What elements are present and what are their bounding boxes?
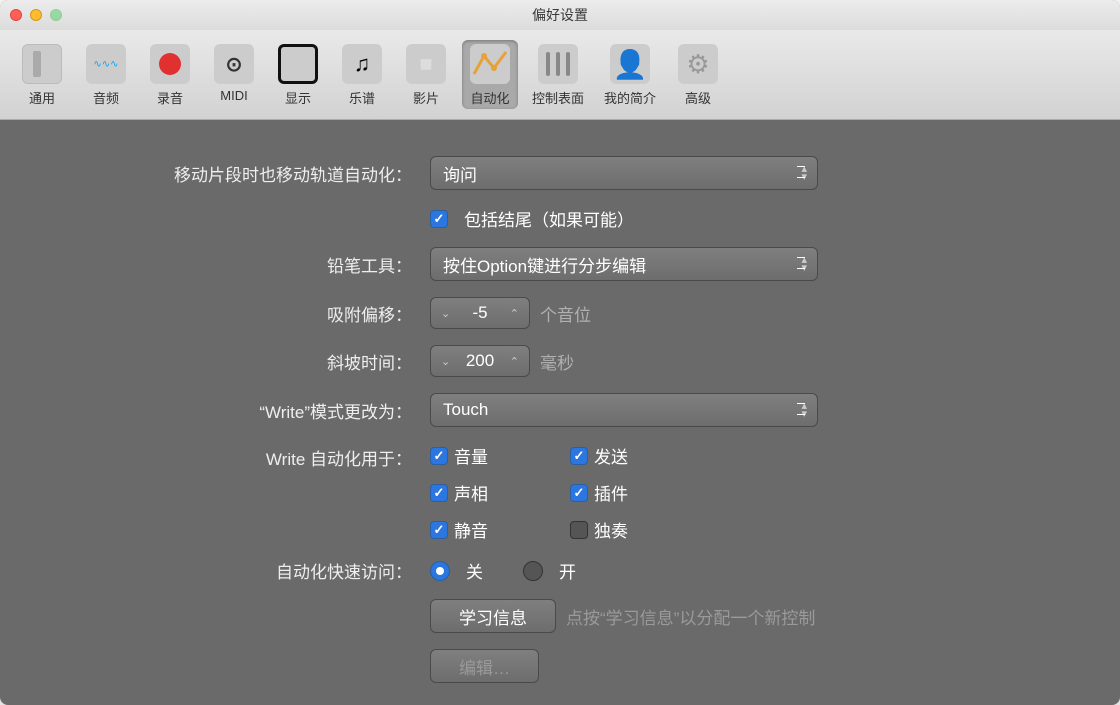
select-value: 询问	[443, 161, 477, 186]
write-mute-label: 静音	[454, 517, 488, 542]
tab-label: 录音	[157, 88, 183, 107]
write-mode-select[interactable]: Touch ▴▾	[430, 393, 818, 427]
tab-movie[interactable]: ■ 影片	[398, 40, 454, 109]
snap-offset-unit: 个音位	[540, 301, 591, 326]
write-pan-label: 声相	[454, 480, 488, 505]
preferences-window: 偏好设置 通用 ∿∿∿ 音频 录音 ⊙ MIDI 显示 ♫ 乐谱 ■ 影片 自动化 控制…	[0, 0, 1120, 705]
tab-midi[interactable]: ⊙ MIDI	[206, 40, 262, 105]
stepper-value: -5	[460, 303, 500, 323]
pencil-tool-label: 铅笔工具：	[50, 252, 430, 277]
stepper-down-icon[interactable]: ⌄	[437, 307, 454, 320]
tab-profile[interactable]: 👤 我的简介	[598, 40, 662, 109]
learn-message-button[interactable]: 学习信息	[430, 599, 556, 633]
gear-icon: ⚙	[678, 44, 718, 84]
quick-access-label: 自动化快速访问：	[50, 558, 430, 583]
preferences-toolbar: 通用 ∿∿∿ 音频 录音 ⊙ MIDI 显示 ♫ 乐谱 ■ 影片 自动化 控制表面 👤 我…	[0, 30, 1120, 120]
move-automation-label: 移动片段时也移动轨道自动化：	[50, 161, 430, 186]
automation-pane: 移动片段时也移动轨道自动化： 询问 ▴▾ ✓ 包括结尾（如果可能） 铅笔工具： …	[0, 120, 1120, 705]
titlebar: 偏好设置	[0, 0, 1120, 30]
quick-access-off-radio[interactable]	[430, 561, 450, 581]
tab-advanced[interactable]: ⚙ 高级	[670, 40, 726, 109]
stepper-value: 200	[460, 351, 500, 371]
tab-label: 我的简介	[604, 88, 656, 107]
stepper-up-icon[interactable]: ⌃	[506, 355, 523, 368]
move-automation-select[interactable]: 询问 ▴▾	[430, 156, 818, 190]
tab-label: 高级	[685, 88, 711, 107]
tab-label: MIDI	[220, 88, 247, 103]
chevron-updown-icon: ▴▾	[801, 165, 807, 181]
automation-icon	[470, 44, 510, 84]
monitor-icon	[278, 44, 318, 84]
write-volume-checkbox[interactable]: ✓	[430, 447, 448, 465]
write-send-label: 发送	[594, 443, 628, 468]
stepper-up-icon[interactable]: ⌃	[506, 307, 523, 320]
tab-label: 自动化	[470, 88, 509, 107]
button-label: 编辑…	[459, 654, 510, 679]
select-value: Touch	[443, 400, 488, 420]
tab-audio[interactable]: ∿∿∿ 音频	[78, 40, 134, 109]
write-mode-label: “Write”模式更改为：	[50, 398, 430, 423]
tab-label: 显示	[285, 88, 311, 107]
tab-label: 通用	[29, 88, 55, 107]
tab-control-surface[interactable]: 控制表面	[526, 40, 590, 109]
record-icon	[150, 44, 190, 84]
quick-access-on-radio[interactable]	[523, 561, 543, 581]
quick-access-off-label: 关	[466, 558, 483, 583]
ramp-time-stepper[interactable]: ⌄ 200 ⌃	[430, 345, 530, 377]
learn-hint: 点按“学习信息”以分配一个新控制	[566, 604, 815, 629]
tab-label: 音频	[93, 88, 119, 107]
select-value: 按住Option键进行分步编辑	[443, 252, 646, 277]
write-volume-label: 音量	[454, 443, 488, 468]
write-solo-label: 独奏	[594, 517, 628, 542]
tab-label: 影片	[413, 88, 439, 107]
tab-label: 控制表面	[532, 88, 584, 107]
chevron-updown-icon: ▴▾	[801, 402, 807, 418]
quick-access-on-label: 开	[559, 558, 576, 583]
snap-offset-label: 吸附偏移：	[50, 301, 430, 326]
write-mute-checkbox[interactable]: ✓	[430, 521, 448, 539]
include-end-checkbox[interactable]: ✓	[430, 210, 448, 228]
write-pan-checkbox[interactable]: ✓	[430, 484, 448, 502]
camera-icon: ■	[406, 44, 446, 84]
window-title: 偏好设置	[0, 5, 1120, 25]
ramp-time-label: 斜坡时间：	[50, 349, 430, 374]
tab-general[interactable]: 通用	[14, 40, 70, 109]
write-solo-checkbox[interactable]	[570, 521, 588, 539]
write-plugin-label: 插件	[594, 480, 628, 505]
write-for-label: Write 自动化用于：	[50, 443, 430, 470]
chevron-updown-icon: ▴▾	[801, 256, 807, 272]
tab-label: 乐谱	[349, 88, 375, 107]
include-end-label: 包括结尾（如果可能）	[464, 206, 634, 231]
switch-icon	[22, 44, 62, 84]
stepper-down-icon[interactable]: ⌄	[437, 355, 454, 368]
midi-icon: ⊙	[214, 44, 254, 84]
write-plugin-checkbox[interactable]: ✓	[570, 484, 588, 502]
person-icon: 👤	[610, 44, 650, 84]
tab-display[interactable]: 显示	[270, 40, 326, 109]
snap-offset-stepper[interactable]: ⌄ -5 ⌃	[430, 297, 530, 329]
ramp-time-unit: 毫秒	[540, 349, 574, 374]
sliders-icon	[538, 44, 578, 84]
edit-button[interactable]: 编辑…	[430, 649, 539, 683]
tab-automation[interactable]: 自动化	[462, 40, 518, 109]
button-label: 学习信息	[459, 604, 527, 629]
pencil-tool-select[interactable]: 按住Option键进行分步编辑 ▴▾	[430, 247, 818, 281]
tab-score[interactable]: ♫ 乐谱	[334, 40, 390, 109]
waveform-icon: ∿∿∿	[86, 44, 126, 84]
write-send-checkbox[interactable]: ✓	[570, 447, 588, 465]
tab-record[interactable]: 录音	[142, 40, 198, 109]
music-note-icon: ♫	[342, 44, 382, 84]
